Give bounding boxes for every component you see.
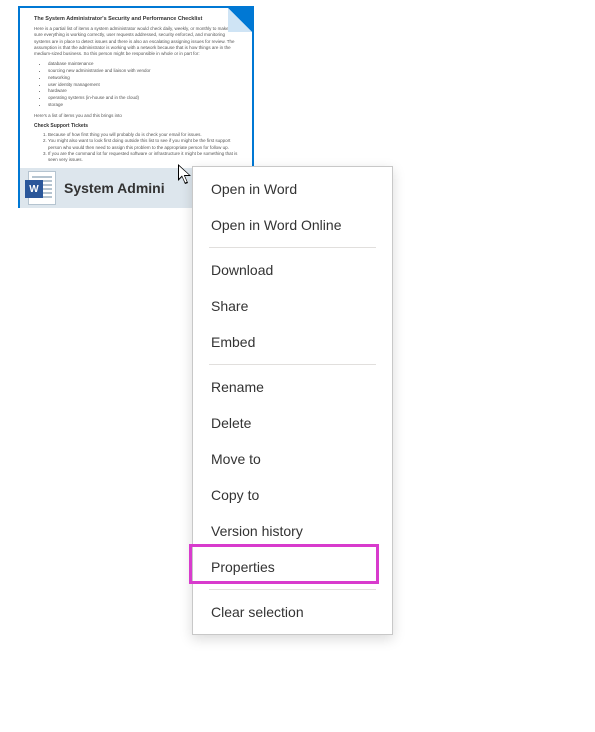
preview-bullet: user identity management: [48, 82, 238, 89]
menu-delete[interactable]: Delete: [193, 405, 392, 441]
menu-download[interactable]: Download: [193, 252, 392, 288]
word-document-icon: W: [28, 171, 56, 205]
menu-copy-to[interactable]: Copy to: [193, 477, 392, 513]
preview-title: The System Administrator's Security and …: [34, 16, 238, 22]
menu-properties[interactable]: Properties: [193, 549, 392, 585]
preview-bullet: sourcing new administrative and liaison …: [48, 68, 238, 75]
menu-divider: [209, 364, 376, 365]
preview-bullet: networking: [48, 75, 238, 82]
menu-open-in-word-online[interactable]: Open in Word Online: [193, 207, 392, 243]
menu-rename[interactable]: Rename: [193, 369, 392, 405]
file-name-label: System Admini: [64, 180, 165, 196]
menu-embed[interactable]: Embed: [193, 324, 392, 360]
word-badge: W: [25, 180, 43, 198]
page-fold-decoration: [228, 8, 252, 32]
preview-subhead: Check Support Tickets: [34, 123, 238, 129]
menu-version-history[interactable]: Version history: [193, 513, 392, 549]
preview-bullets: database maintenance sourcing new admini…: [48, 61, 238, 108]
preview-bullet: storage: [48, 102, 238, 109]
document-preview: The System Administrator's Security and …: [20, 8, 252, 168]
menu-share[interactable]: Share: [193, 288, 392, 324]
preview-bullet: hardware: [48, 88, 238, 95]
menu-clear-selection[interactable]: Clear selection: [193, 594, 392, 630]
menu-open-in-word[interactable]: Open in Word: [193, 171, 392, 207]
context-menu: Open in Word Open in Word Online Downloa…: [192, 166, 393, 635]
preview-midline: Here's a list of items you and this brin…: [34, 113, 238, 119]
preview-bullet: database maintenance: [48, 61, 238, 68]
preview-numitem: You might also want to look first doing …: [48, 138, 238, 151]
menu-divider: [209, 589, 376, 590]
menu-divider: [209, 247, 376, 248]
preview-numbered-list: Because of how first thing you will prob…: [48, 132, 238, 163]
menu-move-to[interactable]: Move to: [193, 441, 392, 477]
preview-bullet: operating systems (in-house and in the c…: [48, 95, 238, 102]
preview-numitem: If you are the command lot for requested…: [48, 151, 238, 164]
preview-intro: Here is a partial list of items a system…: [34, 26, 238, 57]
